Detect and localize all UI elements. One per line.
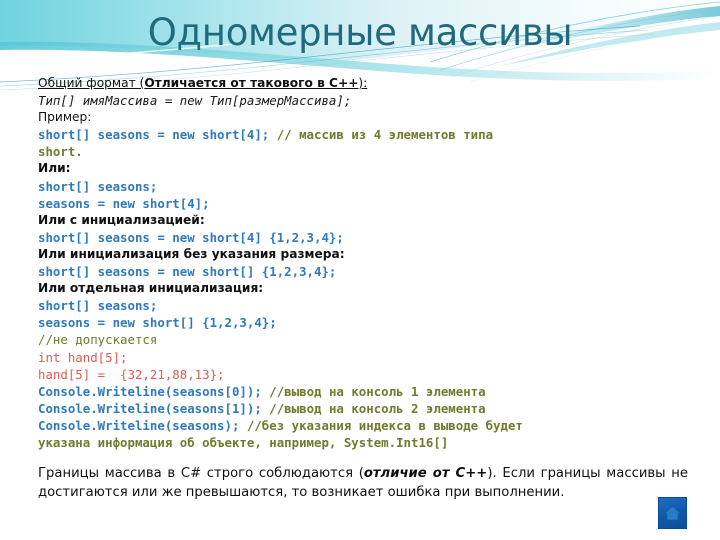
comment-decl-1-cont: short. [38, 144, 83, 160]
closing-emphasis: отличие от C++ [363, 466, 488, 482]
slide-body: Общий формат (Отличается от такового в C… [38, 74, 688, 502]
presentation-slide: Одномерные массивы Общий формат (Отличае… [0, 0, 720, 540]
code-line-format-header: Общий формат (Отличается от такового в C… [38, 74, 688, 92]
comment-writeline-1: //вывод на консоль 1 элемента [269, 383, 486, 399]
code-line-writeline-2: Console.Writeline(seasons[1]); //вывод н… [38, 400, 688, 417]
code-line-assign-init: seasons = new short[] {1,2,3,4}; [38, 315, 277, 331]
closing-paragraph: Границы массива в C# строго соблюдаются … [38, 464, 688, 502]
code-line-declare-only-2: short[] seasons; [38, 298, 158, 314]
code-line-invalid-2: hand[5] = {32,21,88,13}; [38, 366, 225, 382]
home-icon [664, 505, 681, 521]
comment-decl-1: // массив из 4 элементов типа [276, 127, 494, 143]
code-line-invalid-1: int hand[5]; [38, 349, 128, 365]
format-label-prefix: Общий формат ( [38, 76, 145, 90]
label-or-init-no-size: Или инициализация без указания размера: [38, 246, 345, 261]
code-line-init-sized: short[] seasons = new short[4] {1,2,3,4}… [38, 229, 344, 245]
label-or-1: Или: [38, 161, 71, 176]
code-line-writeline-3: Console.Writeline(seasons); //без указан… [38, 417, 688, 434]
code-line-assign-new: seasons = new short[4]; [38, 195, 210, 211]
code-line-writeline-1: Console.Writeline(seasons[0]); //вывод н… [38, 383, 688, 400]
code-line-declare-only: short[] seasons; [38, 178, 158, 194]
code-line-init-unsized: short[] seasons = new short[] {1,2,3,4}; [38, 264, 337, 280]
page-title: Одномерные массивы [147, 11, 573, 54]
format-label-suffix: ): [358, 76, 368, 90]
comment-writeline-3: //без указания индекса в выводе будет [246, 417, 523, 433]
code-writeline-3: Console.Writeline(seasons); [38, 417, 247, 433]
label-example: Пример: [38, 110, 92, 125]
format-label-emphasis: Отличается от такового в C++ [144, 76, 359, 90]
code-writeline-1: Console.Writeline(seasons[0]); [38, 383, 270, 399]
closing-part-1: Границы массива в C# строго соблюдаются … [38, 466, 364, 482]
label-or-separate-init: Или отдельная инициализация: [38, 281, 264, 296]
label-or-with-init: Или с инициализацией: [38, 212, 205, 227]
comment-writeline-2: //вывод на консоль 2 элемента [269, 400, 486, 416]
code-decl-1: short[] seasons = new short[4]; [38, 127, 277, 143]
comment-not-allowed: //не допускается [38, 332, 158, 348]
comment-writeline-3-cont: указана информация об объекте, например,… [38, 434, 449, 450]
home-button[interactable] [658, 497, 687, 529]
code-line-syntax: Тип[] имяМассива = new Тип[размерМассива… [38, 93, 352, 109]
code-writeline-2: Console.Writeline(seasons[1]); [38, 400, 270, 416]
code-line-declaration-1: short[] seasons = new short[4]; // масси… [38, 126, 688, 143]
